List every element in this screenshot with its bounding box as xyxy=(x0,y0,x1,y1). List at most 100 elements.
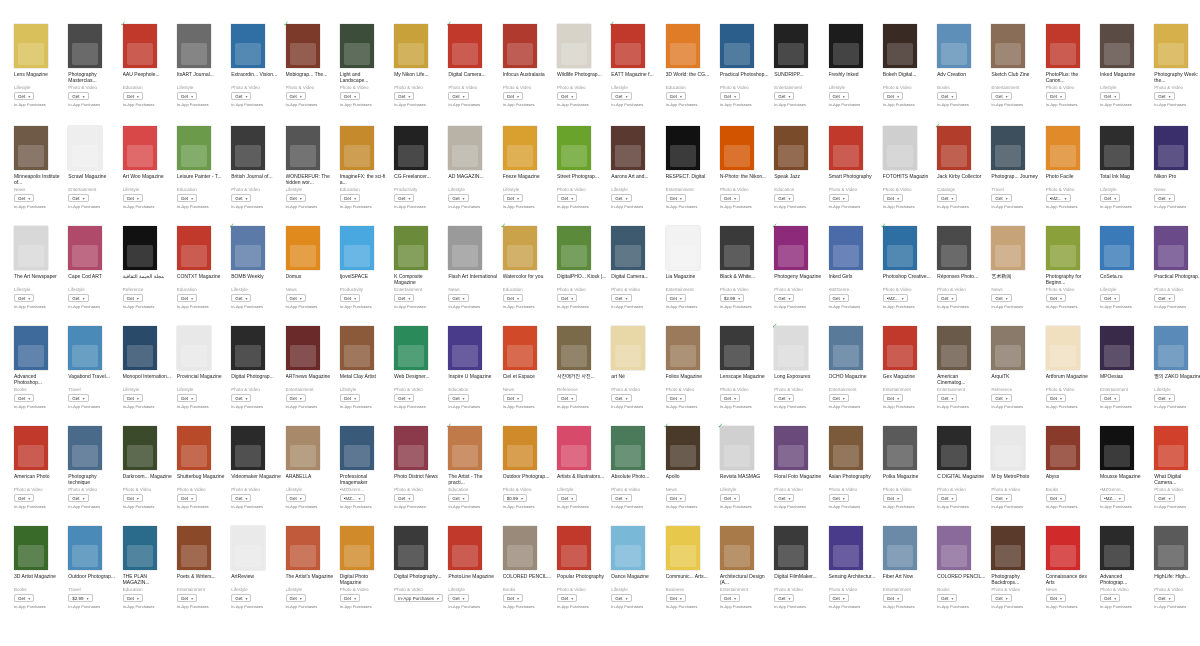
get-button[interactable]: •MZ... ▾ xyxy=(1100,494,1125,502)
app-tile[interactable]: Photo District News Photo & Video Get ▾ In-A… xyxy=(394,423,452,526)
get-button[interactable]: Get ▾ xyxy=(231,294,252,302)
app-cover[interactable] xyxy=(665,126,700,170)
app-tile[interactable]: CoSeta.ru Lifestyle Get ▾ In-App Purchases xyxy=(1100,226,1150,326)
app-tile[interactable]: Artists & Illustrators... Lifestyle Get ▾ In… xyxy=(557,426,607,526)
get-button[interactable]: Get ▾ xyxy=(719,194,741,202)
get-button[interactable]: Get ▾ xyxy=(611,194,632,202)
get-button[interactable]: Get ▾ xyxy=(774,394,795,402)
app-tile[interactable]: مجلة الخيمة الثقافية Reference Get ▾ In-App … xyxy=(122,226,173,326)
get-button[interactable]: Get ▾ xyxy=(122,92,143,100)
app-cover[interactable] xyxy=(1045,326,1080,370)
app-tile[interactable]: PhotoLine Magazine Lifestyle Get ▾ In-App Pu… xyxy=(448,526,498,626)
get-button[interactable]: Get ▾ xyxy=(339,294,361,302)
get-button[interactable]: Get ▾ xyxy=(1100,194,1121,202)
app-cover[interactable] xyxy=(937,24,972,68)
app-cover[interactable] xyxy=(665,526,700,570)
app-tile[interactable]: American Photo Photo & Video Get ▾ In-App Pu… xyxy=(14,426,64,526)
app-cover[interactable] xyxy=(448,226,483,270)
get-button[interactable]: Get ▾ xyxy=(14,394,35,402)
app-cover[interactable] xyxy=(665,326,700,370)
get-button[interactable]: Get ▾ xyxy=(231,194,252,202)
app-tile[interactable]: Digital Photo Magazine Photo & Video Get ▾ I… xyxy=(339,526,390,626)
app-tile[interactable]: Watercolor for you Education Get ▾ In-App Pu… xyxy=(502,226,553,326)
app-tile[interactable]: Freshly Inked Lifestyle Get ▾ In-App Purchas… xyxy=(828,24,879,124)
get-button[interactable]: Get ▾ xyxy=(557,394,578,402)
app-tile[interactable]: Shutterbug Magazine Photo & Video Get ▾ In-A… xyxy=(176,426,227,526)
app-tile[interactable]: British Journal of... Photo & Video Get ▾ In… xyxy=(231,126,281,226)
app-tile[interactable]: Sketch Club Zine Entertainment Get ▾ In-App … xyxy=(991,24,1041,124)
app-tile[interactable]: Dance Magazine Lifestyle Get ▾ In-App Purcha… xyxy=(611,526,661,626)
get-button[interactable]: Get ▾ xyxy=(231,394,252,402)
app-tile[interactable]: Infocus Australasia Photo & Video Get ▾ In-A… xyxy=(502,24,553,124)
app-cover[interactable] xyxy=(991,426,1026,470)
app-tile[interactable]: Asian Photography Photo & Video Get ▾ In-App… xyxy=(828,426,879,526)
app-cover[interactable] xyxy=(231,226,266,270)
app-tile[interactable]: CONTXT Magazine Education Get ▾ In-App Purch… xyxy=(176,223,235,326)
app-tile[interactable]: ARABELLA Lifestyle Get ▾ In-App Purchases xyxy=(285,426,336,526)
app-tile[interactable]: OCHO Magazine Entertainment Get ▾ In-App Pur… xyxy=(828,326,879,426)
get-button[interactable]: Get ▾ xyxy=(882,92,904,100)
app-cover[interactable] xyxy=(394,426,429,470)
app-cover[interactable] xyxy=(448,526,483,570)
app-cover[interactable] xyxy=(882,226,917,270)
app-tile[interactable]: Fiber Art Now Entertainment Get ▾ In-App Pur… xyxy=(882,526,933,626)
get-button[interactable]: Get ▾ xyxy=(719,494,741,502)
app-tile[interactable]: Minneapolis Institute of... News Get ▾ In-Ap… xyxy=(14,126,64,226)
app-cover[interactable] xyxy=(176,226,211,270)
app-cover[interactable] xyxy=(285,24,320,68)
app-tile[interactable]: Digital Photography... Photo & Video In-Ap… xyxy=(394,526,444,626)
app-cover[interactable] xyxy=(1045,24,1080,68)
get-button[interactable]: Get ▾ xyxy=(122,494,143,502)
app-tile[interactable]: Outdoor Photograp... Travel $2.99 ▾ In-App P… xyxy=(68,526,118,626)
app-cover[interactable] xyxy=(611,526,646,570)
app-tile[interactable]: 사진매거진 사진... Reference Get ▾ In-App Purchases xyxy=(557,326,607,426)
get-button[interactable]: Get ▾ xyxy=(828,594,849,602)
app-cover[interactable] xyxy=(719,226,754,270)
app-cover[interactable] xyxy=(937,526,972,570)
app-tile[interactable]: Practical Photoshop... Photo & Video Get ▾ I… xyxy=(719,24,770,124)
app-cover[interactable] xyxy=(285,126,320,170)
app-tile[interactable]: COLORED PENCIL... Books Get ▾ In-App Purchas… xyxy=(502,526,553,626)
app-cover[interactable] xyxy=(719,526,754,570)
app-tile[interactable]: Sensing Architectur... Photo & Video Get ▾ I… xyxy=(828,526,879,626)
app-tile[interactable]: 별의 ZAKO Magazine Lifestyle Get ▾ In-App Purc… xyxy=(1154,326,1200,426)
get-button[interactable]: Get ▾ xyxy=(176,394,198,402)
app-tile[interactable]: Speak Jazz Education Get ▾ In-App Purchases xyxy=(774,126,824,226)
app-cover[interactable] xyxy=(828,226,863,270)
get-button[interactable]: Get ▾ xyxy=(176,92,198,100)
app-cover[interactable] xyxy=(991,226,1026,270)
get-button[interactable]: Get ▾ xyxy=(665,494,686,502)
app-cover[interactable] xyxy=(68,426,103,470)
app-tile[interactable]: Leisure Painter - T... Education Get ▾ In-Ap… xyxy=(176,126,227,226)
app-tile[interactable]: ImagineFX: the sci-fi a... Education Get ▾ I… xyxy=(339,126,390,226)
get-button[interactable]: Get ▾ xyxy=(1154,92,1175,100)
app-cover[interactable] xyxy=(937,226,972,270)
app-tile[interactable]: Scrawl Magazine Entertainment Get ▾ In-App P… xyxy=(68,126,118,226)
app-cover[interactable] xyxy=(122,326,157,370)
app-cover[interactable] xyxy=(1100,526,1134,570)
app-cover[interactable] xyxy=(1154,226,1189,270)
app-tile[interactable]: Advanced Photoshop... Books Get ▾ In-App Pur… xyxy=(14,326,64,426)
get-button[interactable]: Get ▾ xyxy=(774,92,795,100)
app-tile[interactable]: Videomaker Magazine Photo & Video Get ▾ In-A… xyxy=(231,426,281,526)
get-button[interactable]: Get ▾ xyxy=(1154,494,1175,502)
app-tile[interactable]: Lenscape Magazine Photo & Video Get ▾ In-App… xyxy=(719,323,778,426)
app-cover[interactable] xyxy=(1154,126,1189,170)
app-tile[interactable]: Extraordin... Vision... Photo & Video Get ▾… xyxy=(231,21,289,124)
app-cover[interactable] xyxy=(937,126,972,170)
app-tile[interactable]: Outdoor Photograp... Photo & Video $0.99 ▾ I… xyxy=(502,426,553,526)
get-button[interactable]: Get ▾ xyxy=(1045,294,1066,302)
app-cover[interactable] xyxy=(339,24,374,68)
get-button[interactable]: Get ▾ xyxy=(1045,594,1066,602)
app-cover[interactable] xyxy=(557,326,591,370)
app-tile[interactable]: AD MAGAZIN... Lifestyle Get ▾ In-App Purchas… xyxy=(448,126,498,226)
get-button[interactable]: Get ▾ xyxy=(719,92,741,100)
get-button[interactable]: Get ▾ xyxy=(719,394,741,402)
app-tile[interactable]: CG Freelancer... Productivity Get ▾ In-App P… xyxy=(394,126,444,226)
app-cover[interactable] xyxy=(122,226,157,270)
app-tile[interactable]: C DIGITAL Magazine Photo & Video Get ▾ In-Ap… xyxy=(937,426,987,526)
get-button[interactable]: Get ▾ xyxy=(828,494,849,502)
get-button[interactable]: Get ▾ xyxy=(231,594,252,602)
get-button[interactable]: Get ▾ xyxy=(828,92,849,100)
app-tile[interactable]: Black & White... Photo & Video $2.99 ▾ In-Ap… xyxy=(719,223,778,326)
